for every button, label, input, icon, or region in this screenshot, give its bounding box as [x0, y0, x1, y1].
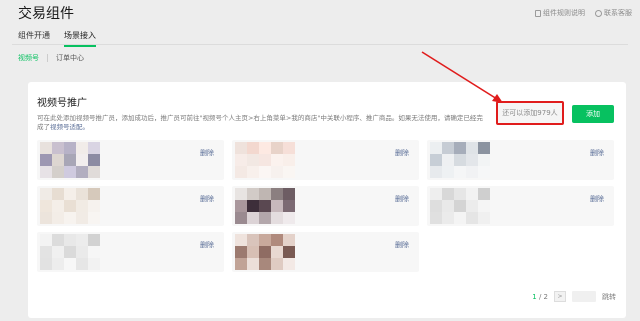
promoter-item: 删除	[232, 232, 419, 272]
promoter-item: 删除	[232, 140, 419, 180]
promoter-avatar	[235, 234, 295, 270]
channels-adaptation-link[interactable]: 视频号适配。	[50, 123, 89, 131]
next-page-button[interactable]: >	[554, 291, 566, 302]
subtab-order-center[interactable]: 订单中心	[56, 53, 84, 63]
subtab-divider	[47, 54, 48, 62]
document-icon	[535, 9, 541, 17]
promoter-avatar	[40, 234, 100, 270]
delete-button[interactable]: 删除	[590, 148, 604, 158]
delete-button[interactable]: 删除	[200, 148, 214, 158]
promoter-avatar	[430, 188, 490, 224]
promoter-item: 删除	[37, 140, 224, 180]
promoter-avatar	[40, 188, 100, 224]
card-description-text: 可在此处添加视频号推广员，添加成功后，推广员可前往"视频号个人主页>右上角菜单>…	[37, 114, 483, 131]
delete-button[interactable]: 删除	[395, 240, 409, 250]
add-promoter-button[interactable]: 添加	[572, 105, 614, 123]
promoter-item: 删除	[427, 186, 614, 226]
page-jump-input[interactable]	[572, 291, 596, 302]
page-title: 交易组件	[18, 6, 74, 22]
delete-button[interactable]: 删除	[200, 240, 214, 250]
rules-link-label: 组件规则说明	[543, 9, 585, 17]
remaining-quota: 还可以添加979人	[496, 101, 564, 125]
support-link-label: 联系客服	[604, 9, 632, 17]
promoter-item: 删除	[37, 186, 224, 226]
card-title: 视频号推广	[37, 98, 87, 109]
headset-icon	[595, 9, 602, 17]
promoter-item: 删除	[427, 140, 614, 180]
rules-link[interactable]: 组件规则说明	[535, 8, 585, 18]
top-links: 组件规则说明 联系客服	[535, 8, 632, 18]
jump-button[interactable]: 跳转	[602, 292, 616, 302]
promoter-avatar	[430, 142, 490, 178]
promoter-grid: 删除 删除 删除 删除 删除 删除 删除 删除	[37, 140, 614, 272]
promoter-avatar	[40, 142, 100, 178]
support-link[interactable]: 联系客服	[595, 8, 632, 18]
delete-button[interactable]: 删除	[590, 194, 604, 204]
pagination-status: 1 / 2	[532, 293, 548, 301]
subtab-channels[interactable]: 视频号	[18, 53, 39, 63]
delete-button[interactable]: 删除	[200, 194, 214, 204]
promoter-avatar	[235, 188, 295, 224]
total-pages: 2	[543, 292, 548, 301]
promoter-item: 删除	[37, 232, 224, 272]
promoter-item: 删除	[232, 186, 419, 226]
current-page: 1	[532, 292, 537, 301]
card-description: 可在此处添加视频号推广员，添加成功后，推广员可前往"视频号个人主页>右上角菜单>…	[37, 114, 487, 132]
page-separator: /	[538, 292, 542, 301]
tabs-divider	[12, 44, 628, 45]
delete-button[interactable]: 删除	[395, 194, 409, 204]
pagination: 1 / 2 > 跳转	[532, 291, 616, 302]
sub-tabs: 视频号 订单中心	[18, 53, 84, 63]
promoter-card: 视频号推广 可在此处添加视频号推广员，添加成功后，推广员可前往"视频号个人主页>…	[28, 82, 626, 318]
promoter-avatar	[235, 142, 295, 178]
delete-button[interactable]: 删除	[395, 148, 409, 158]
